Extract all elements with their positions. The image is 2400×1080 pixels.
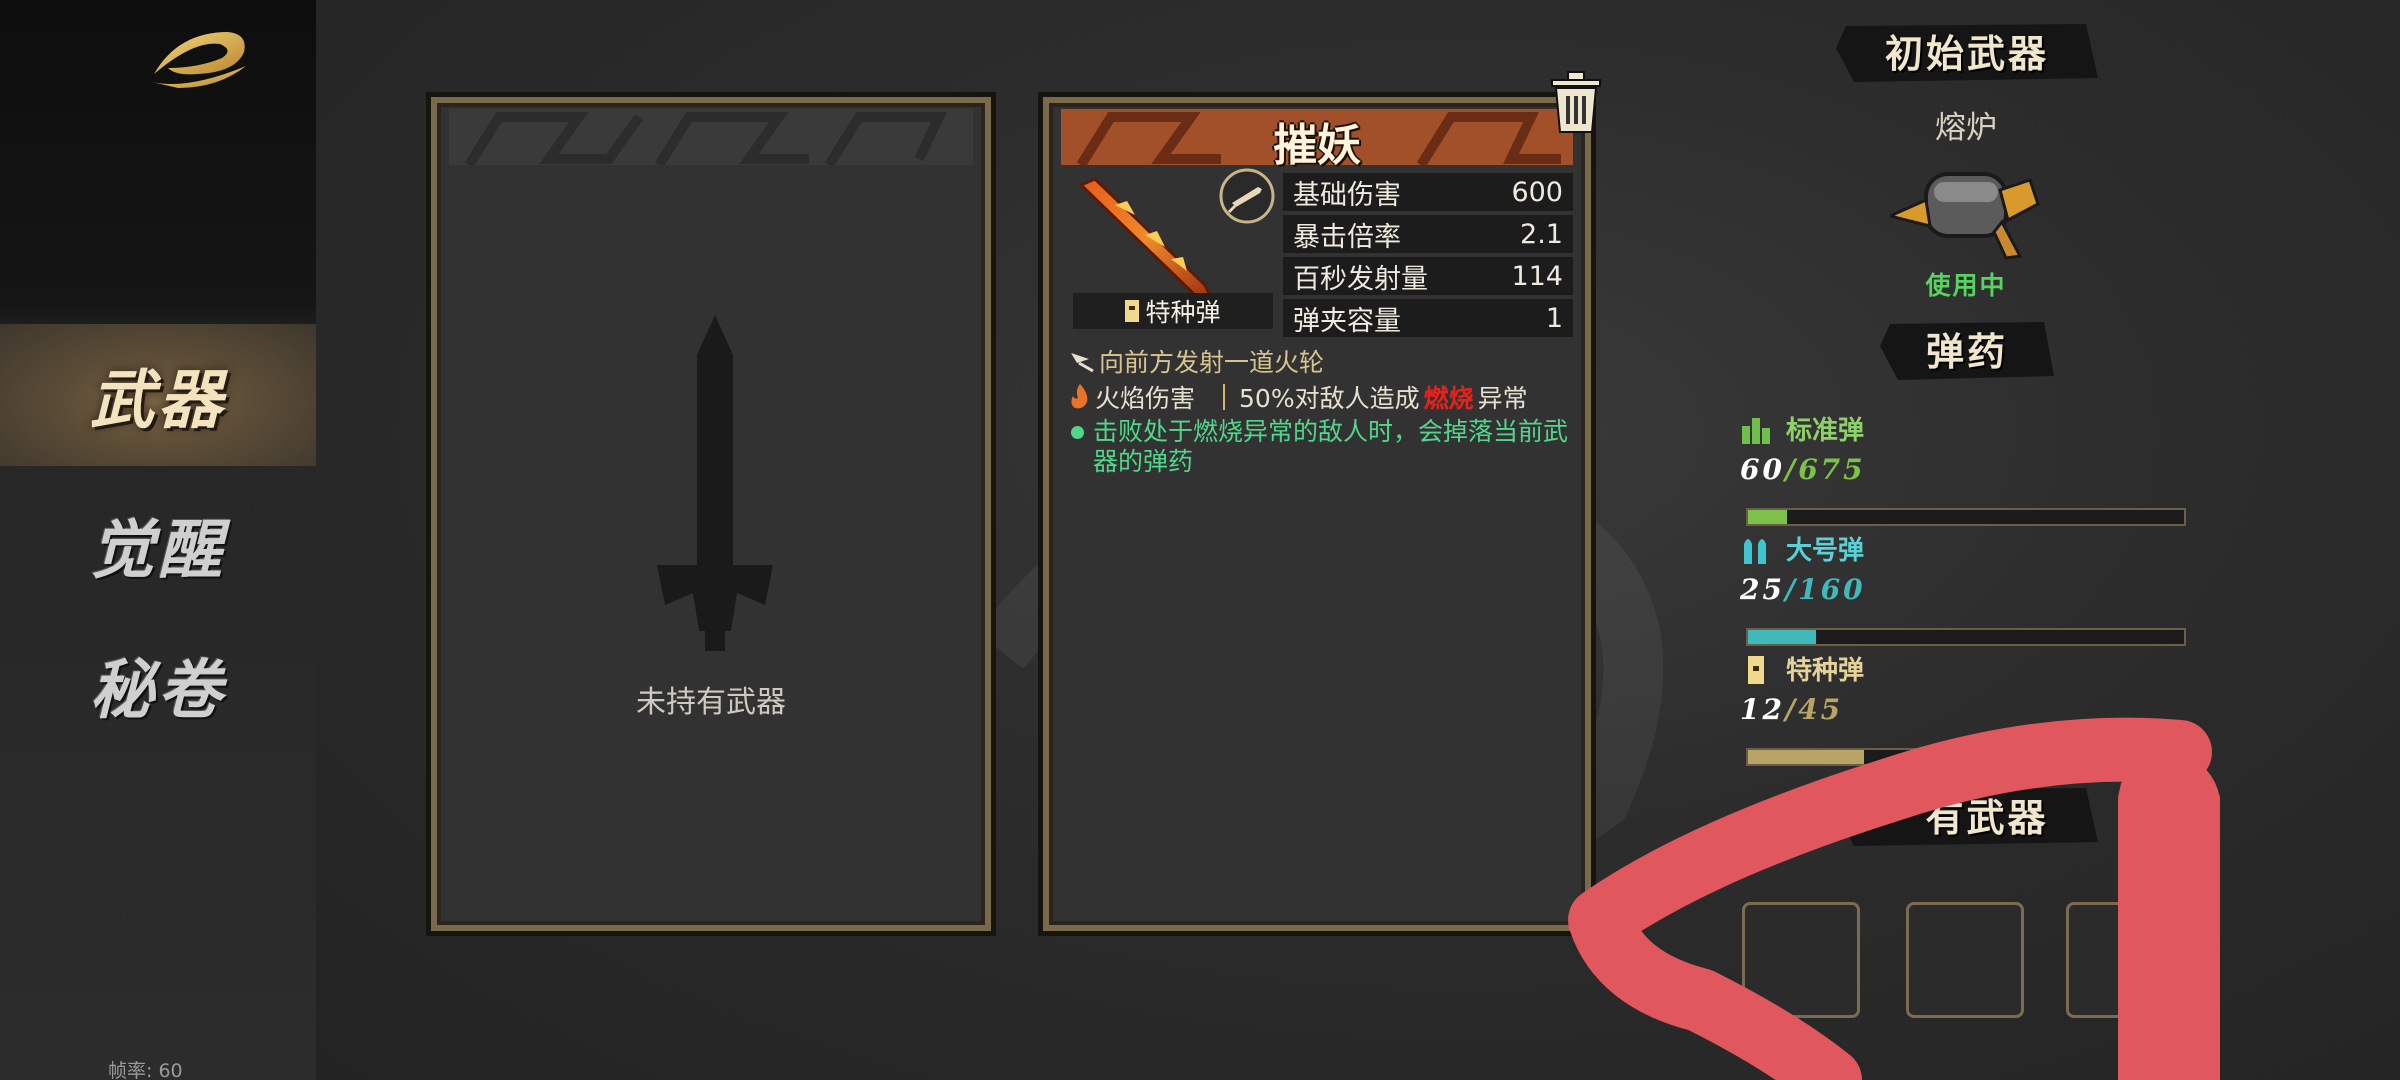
ammo-name: 大号弹 xyxy=(1786,536,1865,566)
ammo-large: 大号弹 25/160 xyxy=(1740,530,2190,646)
empty-weapon-text: 未持有武器 xyxy=(636,685,786,720)
stat-value: 114 xyxy=(1511,260,1563,292)
ammo-progress-fill xyxy=(1748,630,1817,644)
fire-icon xyxy=(1071,384,1088,409)
stat-value: 2.1 xyxy=(1520,218,1563,250)
weapon-detail-card[interactable]: 摧妖 特种弹 基础伤害 600 暴击倍率 2.1 百秒发射量 114 弹夹容量 … xyxy=(1038,92,1596,936)
nav-label-scrolls: 秘卷 xyxy=(90,653,226,728)
nav-label-awaken: 觉醒 xyxy=(90,513,226,588)
stat-label: 百秒发射量 xyxy=(1293,263,1428,295)
held-weapons-header: 有武器 xyxy=(1836,782,2098,846)
ammo-progress-bar xyxy=(1746,628,2186,646)
weapon-title: 摧妖 xyxy=(1273,120,1361,171)
ammo-type-chip: 特种弹 xyxy=(1073,293,1273,329)
ammo-type-label: 特种弹 xyxy=(1145,298,1221,327)
nav-label-weapons: 武器 xyxy=(90,363,226,438)
stat-value: 1 xyxy=(1545,302,1563,334)
initial-weapon-header: 初始武器 xyxy=(1836,18,2098,82)
ammo-header: 弹药 xyxy=(1880,316,2054,380)
ammo-progress-fill xyxy=(1748,750,1865,764)
fps-counter: 帧率: 60 xyxy=(108,1060,183,1080)
empty-weapon-card[interactable]: 未持有武器 xyxy=(426,92,996,936)
stat-row: 基础伤害 600 xyxy=(1283,173,1573,211)
ammo-sep: / xyxy=(1784,573,1799,606)
ammo-current: 25 xyxy=(1740,573,1785,606)
bullet-dot-icon xyxy=(1071,426,1084,439)
ammo-progress-bar xyxy=(1746,748,2186,766)
ammo-max: 675 xyxy=(1798,453,1866,486)
stat-row: 弹夹容量 1 xyxy=(1283,299,1573,337)
trash-icon[interactable] xyxy=(1548,70,1604,134)
ammo-name: 标准弹 xyxy=(1786,416,1865,446)
dagger-badge-icon xyxy=(1219,168,1275,224)
ammo-sep: / xyxy=(1784,693,1799,726)
ammo-sep: / xyxy=(1784,453,1799,486)
stat-label: 基础伤害 xyxy=(1293,179,1401,211)
description-text: 向前方发射一道火轮 xyxy=(1099,348,1325,377)
sidebar: 武器 觉醒 秘卷 帧率: 60 xyxy=(0,0,316,1080)
ammo-progress-bar xyxy=(1746,508,2186,526)
special-ammo-icon xyxy=(1748,655,1764,684)
damage-type-text: 火焰伤害 xyxy=(1095,384,1196,413)
ammo-max: 45 xyxy=(1798,693,1844,726)
sword-silhouette-icon xyxy=(657,315,773,651)
standard-ammo-icon xyxy=(1742,417,1770,444)
weapon-slot-2[interactable] xyxy=(1906,902,2024,1018)
initial-weapon-name: 熔炉 xyxy=(1935,110,1997,146)
ammo-max: 160 xyxy=(1798,573,1866,606)
ammo-standard: 标准弹 60/675 xyxy=(1740,410,2190,526)
ammo-current: 60 xyxy=(1740,453,1785,486)
weapon-description: 向前方发射一道火轮 xyxy=(1069,343,1324,379)
golden-swirl-logo-icon xyxy=(152,32,246,88)
ammo-special: 特种弹 12/45 xyxy=(1740,650,2190,766)
nav-item-weapons[interactable]: 武器 xyxy=(0,324,316,466)
nav-item-scrolls[interactable]: 秘卷 xyxy=(0,614,316,756)
meander-pattern xyxy=(449,109,973,165)
flame-sword-image xyxy=(1078,177,1216,304)
stat-row: 暴击倍率 2.1 xyxy=(1283,215,1573,253)
weapon-effects: 火焰伤害 50%对敌人造成 燃烧 异常 xyxy=(1069,379,1528,415)
special-ammo-icon xyxy=(1125,300,1140,322)
furnace-gun-image[interactable] xyxy=(1890,160,2040,260)
stat-value: 600 xyxy=(1511,176,1563,208)
stat-row: 百秒发射量 114 xyxy=(1283,257,1573,295)
large-ammo-icon xyxy=(1744,538,1766,564)
effect-suffix: 异常 xyxy=(1477,384,1528,413)
weapon-stats: 基础伤害 600 暴击倍率 2.1 百秒发射量 114 弹夹容量 1 xyxy=(1283,173,1573,341)
ammo-name: 特种弹 xyxy=(1786,656,1865,686)
stat-label: 弹夹容量 xyxy=(1293,305,1401,337)
weapon-slot-3[interactable] xyxy=(2066,902,2184,1018)
ammo-progress-fill xyxy=(1748,510,1787,524)
effect-separator xyxy=(1223,384,1226,410)
burn-keyword: 燃烧 xyxy=(1423,384,1474,413)
bonus-effect: 击败处于燃烧异常的敌人时，会掉落当前武器的弹药 xyxy=(1069,417,1569,477)
weapon-slot-1[interactable] xyxy=(1742,902,1860,1018)
projectile-icon xyxy=(1071,353,1094,373)
bonus-text: 击败处于燃烧异常的敌人时，会掉落当前武器的弹药 xyxy=(1093,417,1569,476)
stat-label: 暴击倍率 xyxy=(1293,221,1401,253)
in-use-status: 使用中 xyxy=(1925,271,2007,300)
effect-text: 50%对敌人造成 xyxy=(1239,384,1420,413)
nav-item-awaken[interactable]: 觉醒 xyxy=(0,474,316,616)
ammo-current: 12 xyxy=(1740,693,1785,726)
